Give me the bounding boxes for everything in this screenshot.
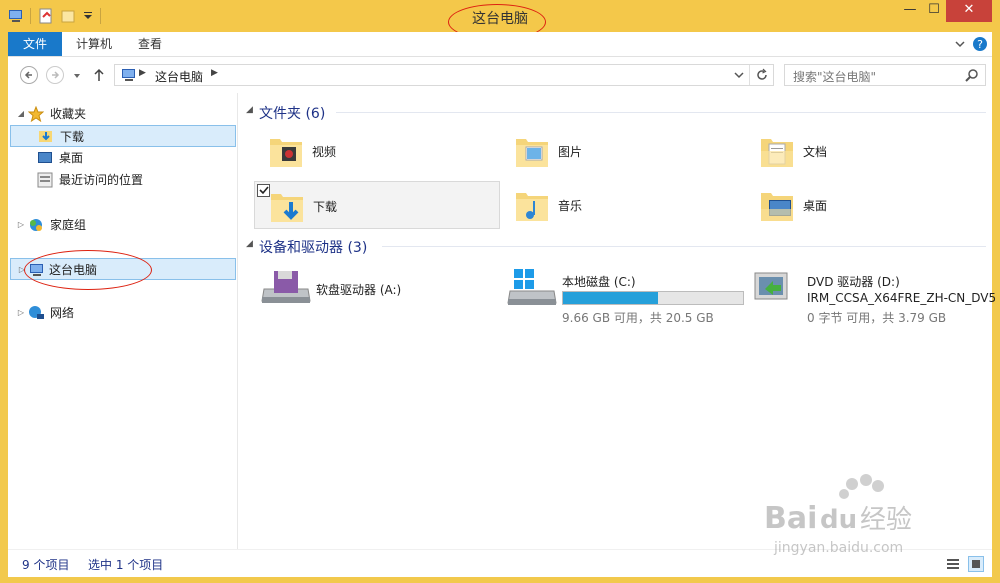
folder-downloads-label: 下载 bbox=[313, 200, 338, 214]
address-dropdown-icon[interactable] bbox=[733, 70, 745, 80]
baidu-watermark-logo: Bai du 经验 jingyan.baidu.com bbox=[760, 470, 950, 560]
back-arrow-icon bbox=[24, 71, 32, 79]
close-button[interactable]: ✕ bbox=[946, 0, 992, 22]
svg-text:du: du bbox=[820, 505, 857, 535]
svg-text:?: ? bbox=[977, 38, 983, 51]
drive-c-usage-fill bbox=[563, 292, 659, 304]
svg-text:Bai: Bai bbox=[764, 501, 817, 536]
folders-group-header[interactable]: ◢ 文件夹 (6) bbox=[240, 101, 992, 123]
drive-d-label: DVD 驱动器 (D:) bbox=[807, 275, 900, 289]
floppy-drive-icon bbox=[261, 271, 311, 303]
nav-recent-places-label: 最近访问的位置 bbox=[59, 173, 144, 187]
group-collapse-arrow-icon[interactable]: ◢ bbox=[246, 239, 253, 249]
music-folder-icon bbox=[516, 193, 548, 221]
search-placeholder: 搜索"这台电脑" bbox=[793, 70, 877, 84]
network-icon bbox=[29, 306, 44, 319]
selection-count: 选中 1 个项目 bbox=[88, 558, 164, 572]
breadcrumb-chevron-icon[interactable]: ▶ bbox=[211, 68, 218, 78]
maximize-button[interactable]: ☐ bbox=[922, 0, 946, 22]
folder-documents-label: 文档 bbox=[803, 145, 828, 159]
nav-desktop-label: 桌面 bbox=[59, 151, 84, 165]
recent-places-icon bbox=[37, 172, 53, 188]
baidu-paw-icon: Bai du 经验 jingyan.baidu.com bbox=[764, 474, 912, 556]
expanded-arrow-icon[interactable]: ◢ bbox=[16, 103, 26, 125]
drive-a-label: 软盘驱动器 (A:) bbox=[316, 283, 402, 297]
desktop-folder-icon bbox=[761, 193, 793, 221]
computer-icon bbox=[122, 69, 135, 81]
downloads-folder-icon bbox=[39, 131, 52, 142]
drive-dvd-d[interactable]: DVD 驱动器 (D:) IRM_CCSA_X64FRE_ZH-CN_DV5 0… bbox=[745, 261, 1000, 325]
collapsed-arrow-icon[interactable]: ▷ bbox=[16, 214, 26, 236]
nav-recent-places[interactable]: 最近访问的位置 bbox=[10, 169, 236, 191]
folder-music-label: 音乐 bbox=[558, 199, 583, 213]
folders-group-title: 文件夹 (6) bbox=[259, 106, 326, 122]
nav-desktop[interactable]: 桌面 bbox=[10, 147, 236, 169]
drive-d-usage-text: 0 字节 可用，共 3.79 GB bbox=[807, 311, 947, 325]
svg-text:jingyan.baidu.com: jingyan.baidu.com bbox=[773, 540, 903, 556]
expand-ribbon-icon[interactable] bbox=[954, 38, 966, 50]
title-bar: 这台电脑 — ☐ ✕ bbox=[0, 0, 1000, 40]
recent-locations-icon[interactable] bbox=[72, 71, 82, 81]
nav-network[interactable]: ▷ 网络 bbox=[10, 302, 236, 324]
folder-tile-documents[interactable]: 文档 bbox=[745, 127, 991, 175]
explorer-window: 这台电脑 — ☐ ✕ 文件 计算机 查看 ? ▶ 这台电脑 ▶ 搜索"这台电脑"… bbox=[0, 0, 1000, 583]
nav-network-label: 网络 bbox=[50, 306, 75, 320]
downloads-folder-icon bbox=[271, 194, 303, 222]
help-icon[interactable]: ? bbox=[972, 36, 988, 52]
refresh-icon[interactable] bbox=[755, 68, 769, 82]
forward-button[interactable] bbox=[46, 66, 64, 84]
folder-tile-desktop[interactable]: 桌面 bbox=[745, 181, 991, 229]
drive-c-label: 本地磁盘 (C:) bbox=[562, 275, 636, 289]
nav-favorites[interactable]: ◢ 收藏夹 bbox=[10, 103, 236, 125]
breadcrumb-this-pc[interactable]: 这台电脑 bbox=[155, 68, 203, 85]
nav-downloads-label: 下载 bbox=[60, 130, 85, 144]
dvd-drive-icon bbox=[754, 272, 788, 300]
star-icon bbox=[28, 106, 44, 122]
folder-tile-downloads[interactable]: 下载 bbox=[254, 181, 500, 229]
devices-group-title: 设备和驱动器 (3) bbox=[259, 240, 368, 256]
folder-videos-label: 视频 bbox=[312, 145, 337, 159]
folder-tile-pictures[interactable]: 图片 bbox=[500, 127, 746, 175]
ribbon-tabs: 文件 计算机 查看 ? bbox=[8, 32, 992, 57]
drive-d-volume: IRM_CCSA_X64FRE_ZH-CN_DV5 bbox=[807, 291, 997, 305]
folder-pictures-label: 图片 bbox=[558, 145, 583, 159]
pictures-folder-icon bbox=[516, 139, 548, 167]
drive-c-usage-text: 9.66 GB 可用，共 20.5 GB bbox=[562, 311, 714, 325]
item-count: 9 个项目 bbox=[22, 558, 70, 572]
search-box[interactable]: 搜索"这台电脑" bbox=[784, 64, 986, 86]
up-arrow-icon[interactable] bbox=[92, 67, 106, 83]
navigation-pane: ◢ 收藏夹 下载 桌面 最近访问的位置 ▷ 家庭组 ▷ 这台电脑 ▷ 网络 bbox=[8, 93, 238, 549]
minimize-button[interactable]: — bbox=[898, 0, 922, 22]
drive-c-usage-bar bbox=[562, 291, 744, 305]
desktop-icon bbox=[38, 152, 52, 163]
forward-arrow-icon bbox=[52, 71, 60, 79]
videos-folder-icon bbox=[270, 139, 302, 167]
nav-annotation-ellipse bbox=[24, 250, 152, 290]
folder-desktop-label: 桌面 bbox=[803, 199, 828, 213]
collapsed-arrow-icon[interactable]: ▷ bbox=[16, 302, 26, 324]
address-bar[interactable]: ▶ 这台电脑 ▶ bbox=[114, 64, 774, 86]
svg-text:经验: 经验 bbox=[860, 505, 912, 535]
group-collapse-arrow-icon[interactable]: ◢ bbox=[246, 105, 253, 115]
local-disk-windows-icon bbox=[507, 269, 557, 305]
drive-local-c[interactable]: 本地磁盘 (C:) 9.66 GB 可用，共 20.5 GB bbox=[500, 261, 760, 325]
nav-favorites-label: 收藏夹 bbox=[50, 107, 87, 121]
tab-file[interactable]: 文件 bbox=[8, 32, 62, 56]
folder-tile-music[interactable]: 音乐 bbox=[500, 181, 746, 229]
address-row: ▶ 这台电脑 ▶ 搜索"这台电脑" bbox=[8, 57, 992, 93]
homegroup-icon bbox=[30, 219, 42, 231]
folder-tile-videos[interactable]: 视频 bbox=[254, 127, 500, 175]
large-icons-view-icon[interactable] bbox=[968, 556, 984, 572]
devices-group-header[interactable]: ◢ 设备和驱动器 (3) bbox=[240, 235, 992, 257]
search-icon[interactable] bbox=[965, 68, 979, 82]
documents-folder-icon bbox=[761, 139, 793, 167]
nav-homegroup[interactable]: ▷ 家庭组 bbox=[10, 214, 236, 236]
nav-homegroup-label: 家庭组 bbox=[50, 218, 87, 232]
nav-downloads[interactable]: 下载 bbox=[10, 125, 236, 147]
tab-view[interactable]: 查看 bbox=[138, 32, 162, 56]
breadcrumb-separator-icon[interactable]: ▶ bbox=[139, 68, 146, 78]
tab-computer[interactable]: 计算机 bbox=[76, 32, 112, 56]
back-button[interactable] bbox=[20, 66, 38, 84]
drive-floppy-a[interactable]: 软盘驱动器 (A:) bbox=[254, 261, 514, 321]
